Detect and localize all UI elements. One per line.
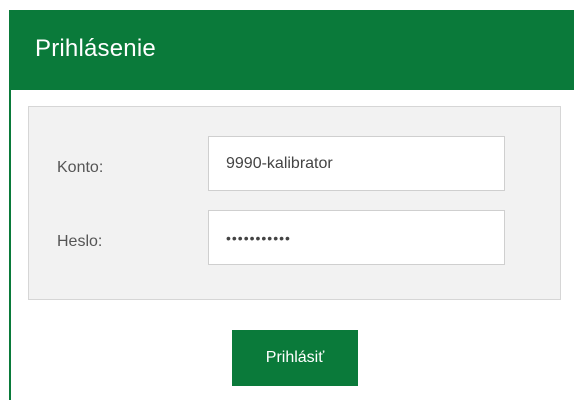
account-label: Konto: [57,159,104,176]
account-input[interactable] [208,136,505,191]
password-label: Heslo: [57,233,103,250]
panel-title: Prihlásenie [35,35,156,62]
panel-header: Prihlásenie [9,10,574,90]
login-button[interactable]: Prihlásiť [232,330,358,386]
login-form: Konto: Heslo: [28,106,561,300]
login-panel: Prihlásenie Konto: Heslo: Prihlásiť [9,10,574,400]
password-input[interactable] [208,210,505,265]
